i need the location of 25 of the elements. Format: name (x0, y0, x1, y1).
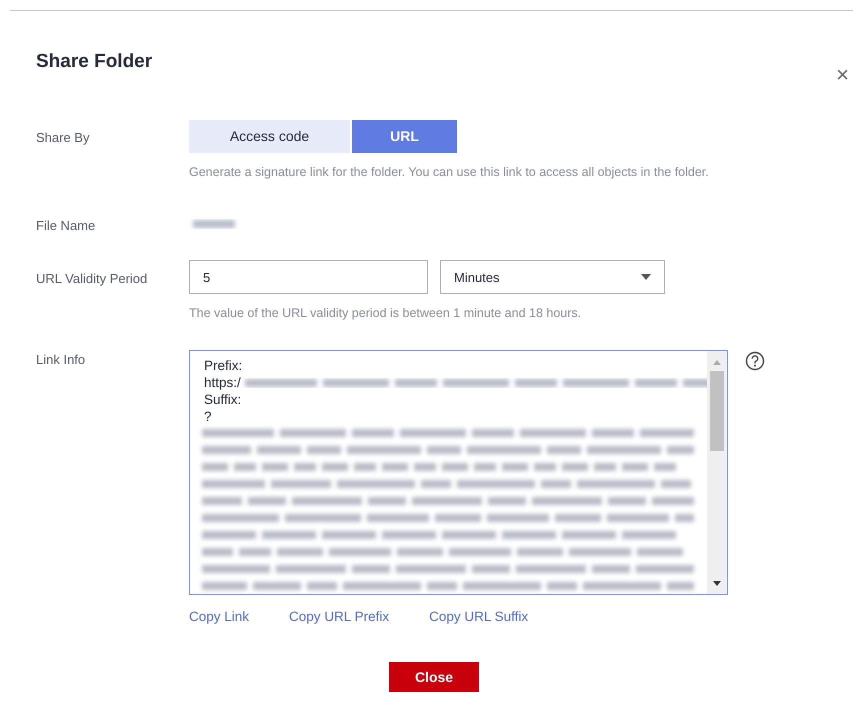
select-value: Minutes (454, 268, 500, 286)
help-icon[interactable] (745, 350, 765, 371)
close-button[interactable]: × (836, 64, 849, 86)
copy-link[interactable]: Copy URL Suffix (429, 607, 528, 628)
scrollbar[interactable] (707, 351, 727, 594)
dialog-title: Share Folder (36, 50, 154, 74)
unit-select[interactable]: Minutes (440, 260, 665, 294)
copy-link[interactable]: Copy URL Prefix (289, 607, 390, 628)
segment-tab[interactable]: Access code (189, 120, 350, 153)
hint-text: The value of the URL validity period is between 1 minute and 18 hours. (189, 305, 582, 322)
field-label: URL Validity Period (36, 270, 148, 288)
field-label: Share By (36, 129, 90, 147)
hint-text: Generate a signature link for the folder. You can use this link to access all objects in the folder. (189, 164, 709, 181)
text-line: ? (204, 408, 212, 425)
copy-link[interactable]: Copy Link (189, 607, 250, 628)
field-label: Link Info (36, 351, 86, 369)
number-field[interactable]: 5 (189, 260, 428, 294)
field-label: File Name (36, 216, 96, 235)
text-line: https:/ (204, 374, 241, 391)
close-button[interactable]: Close (389, 662, 479, 692)
text-line: Suffix: (204, 391, 242, 408)
link-text-area[interactable]: Prefix: https:/ Suffix: ? (189, 350, 728, 595)
caret-icon (641, 274, 651, 280)
text-line: Prefix: (204, 357, 242, 374)
segment-tab[interactable]: URL (352, 120, 457, 153)
